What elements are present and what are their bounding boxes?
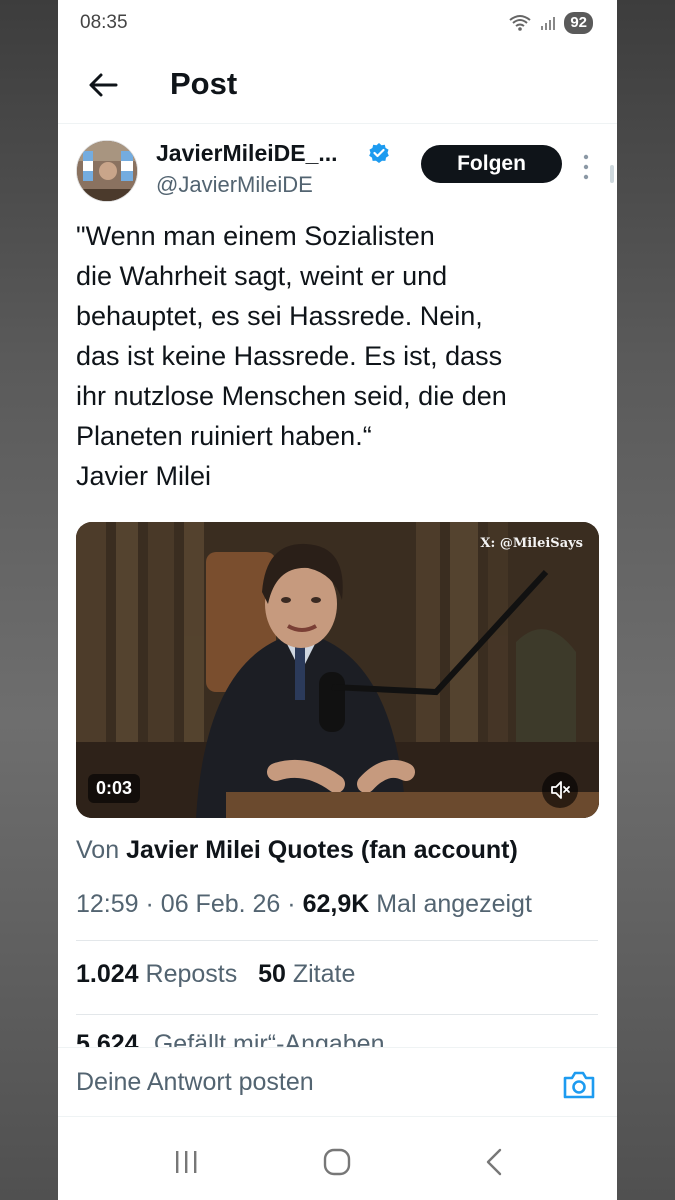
reply-input[interactable]: [76, 1048, 546, 1116]
quotes-stat[interactable]: 50 Zitate: [258, 960, 355, 988]
more-vertical-icon[interactable]: [578, 152, 594, 182]
source-name[interactable]: Javier Milei Quotes (fan account): [126, 836, 518, 864]
volume-mute-icon: [551, 781, 570, 799]
author-name[interactable]: JavierMileiDE_...: [156, 140, 338, 167]
wifi-icon: [509, 15, 531, 31]
divider: [76, 940, 598, 941]
mute-button[interactable]: [542, 772, 578, 808]
signal-icon: [541, 17, 556, 30]
arrow-left-icon[interactable]: [86, 68, 120, 102]
scroll-indicator: [610, 165, 614, 183]
home-icon[interactable]: [317, 1144, 357, 1180]
quotes-label: Zitate: [292, 960, 356, 988]
page-title: Post: [170, 66, 238, 101]
author-row: JavierMileiDE_... @JavierMileiDE Folgen: [58, 132, 617, 204]
phone-screen: 08:35 92 Post JavierMileiDE_... @JavierM…: [58, 0, 617, 1200]
video-frame: [76, 522, 599, 818]
recents-icon[interactable]: [166, 1144, 206, 1180]
source-attribution: Von Javier Milei Quotes (fan account): [76, 836, 518, 865]
post-time[interactable]: 12:59: [76, 890, 139, 918]
camera-icon[interactable]: [562, 1070, 596, 1100]
reposts-label: Reposts: [145, 960, 238, 988]
avatar[interactable]: [76, 140, 138, 202]
stats-row: 1.024 Reposts 50 Zitate: [76, 960, 355, 989]
status-time: 08:35: [80, 12, 128, 33]
video-watermark: X: @MileiSays: [480, 536, 583, 551]
post-meta: 12:59 · 06 Feb. 26 · 62,9K Mal angezeigt: [76, 890, 532, 919]
divider: [76, 1014, 598, 1015]
reposts-stat[interactable]: 1.024 Reposts: [76, 960, 237, 988]
reply-bar: [58, 1047, 617, 1117]
background-right: [617, 0, 675, 1200]
post-date[interactable]: 06 Feb. 26: [161, 890, 281, 918]
views-label: Mal angezeigt: [376, 890, 532, 918]
header: Post: [58, 52, 617, 124]
battery-badge: 92: [564, 12, 593, 34]
tweet-text: "Wenn man einem Sozialisten die Wahrheit…: [76, 221, 507, 491]
likes-count: 5.624: [76, 1030, 139, 1048]
video-duration: 0:03: [88, 774, 141, 803]
source-prefix: Von: [76, 836, 120, 864]
author-handle[interactable]: @JavierMileiDE: [156, 172, 313, 198]
video-player[interactable]: X: @MileiSays 0:03: [76, 522, 599, 818]
verified-badge-icon: [369, 143, 389, 163]
status-icons: 92: [508, 12, 593, 34]
meta-separator: ·: [145, 890, 154, 918]
likes-label: „Gefällt mir“-Angaben: [145, 1030, 385, 1048]
views-count: 62,9K: [302, 890, 370, 918]
reposts-count: 1.024: [76, 960, 139, 988]
status-bar: 08:35 92: [58, 0, 617, 48]
android-nav-bar: [58, 1120, 617, 1200]
follow-button[interactable]: Folgen: [421, 145, 562, 183]
likes-stat[interactable]: 5.624 „Gefällt mir“-Angaben: [76, 1030, 385, 1048]
back-icon[interactable]: [474, 1144, 514, 1180]
background-left: [0, 0, 58, 1200]
quotes-count: 50: [258, 960, 286, 988]
meta-separator: ·: [287, 890, 296, 918]
